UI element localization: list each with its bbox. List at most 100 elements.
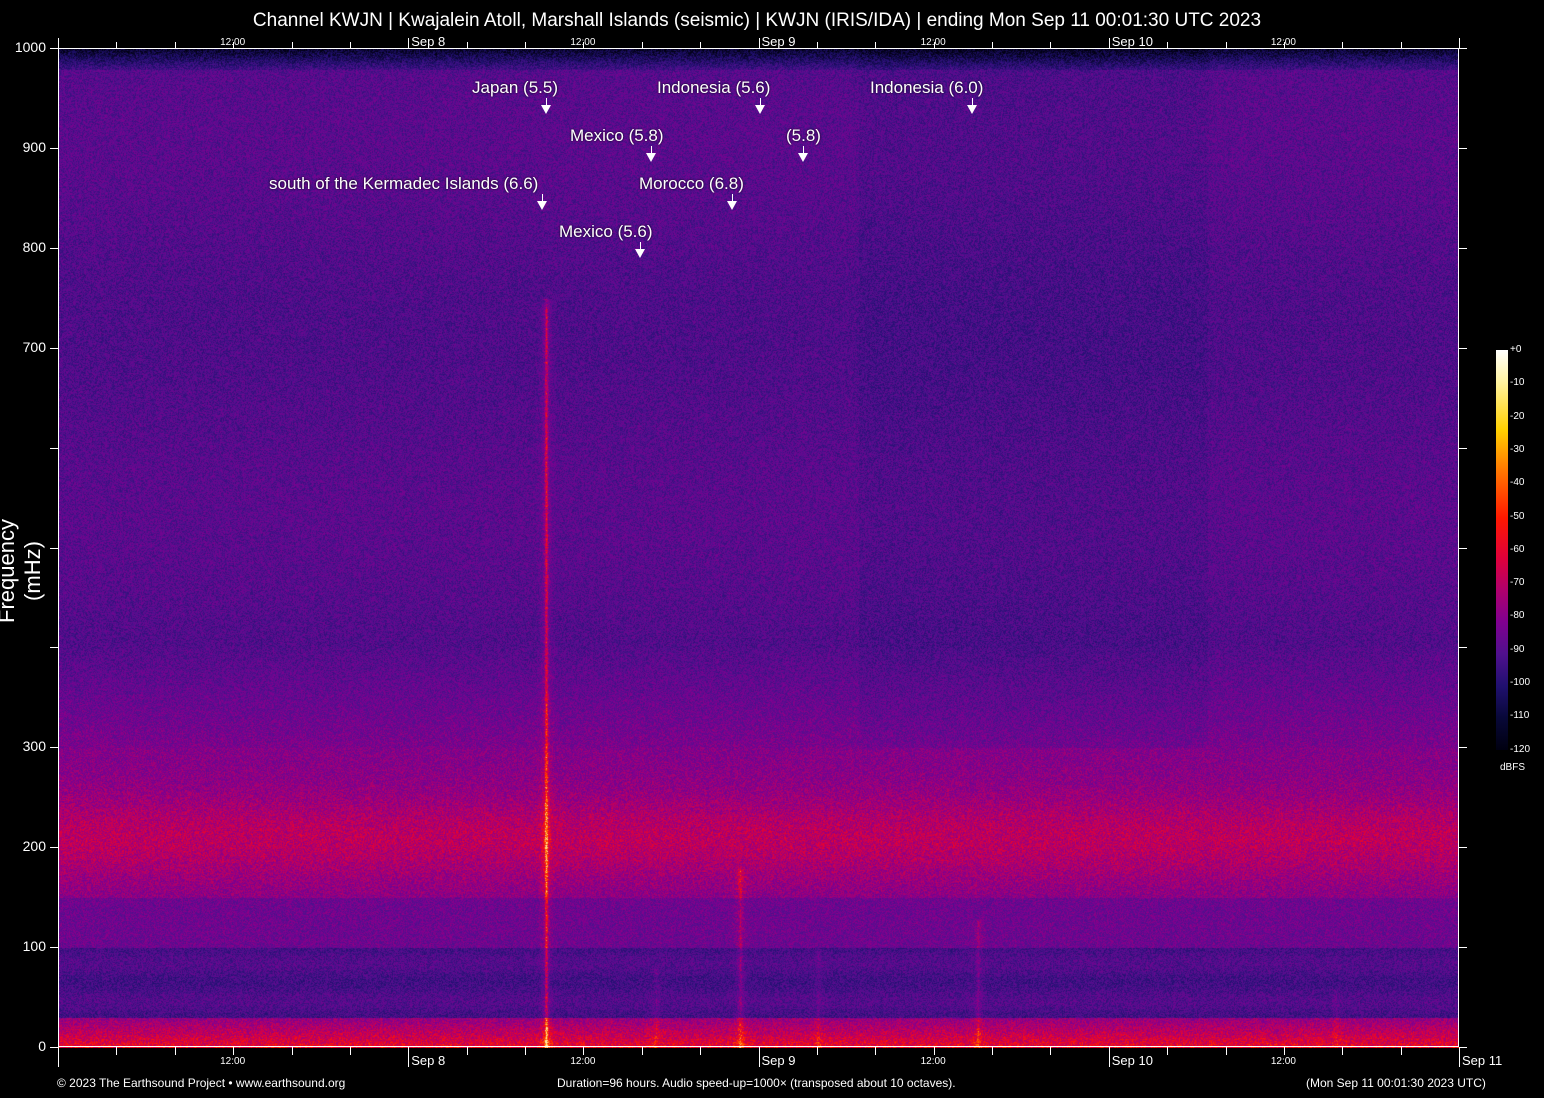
colorbar-tick-label: -50 <box>1510 511 1524 522</box>
y-tick-right <box>1459 248 1467 249</box>
x-tick-bottom <box>408 1047 409 1067</box>
x-tick-bottom <box>642 1047 643 1055</box>
y-tick-right <box>1459 48 1467 49</box>
colorbar-tick-label: -120 <box>1510 744 1530 755</box>
y-tick-right <box>1459 548 1467 549</box>
y-tick-label: 700 <box>0 339 46 355</box>
x-tick-top <box>992 42 993 48</box>
x-tick-label-bottom: 12:00 <box>220 1056 245 1067</box>
footer-copyright: © 2023 The Earthsound Project • www.eart… <box>57 1076 345 1090</box>
y-tick <box>50 448 58 449</box>
arrow-down-icon <box>755 105 765 114</box>
x-tick-top <box>1459 38 1460 48</box>
x-tick-top <box>642 42 643 48</box>
y-tick <box>50 548 58 549</box>
colorbar-tick-label: -100 <box>1510 677 1530 688</box>
arrow-down-icon <box>541 105 551 114</box>
x-tick-top <box>350 42 351 48</box>
colorbar-tick-label: -90 <box>1510 644 1524 655</box>
y-tick-label: 900 <box>0 139 46 155</box>
y-tick-label: 200 <box>0 838 46 854</box>
y-tick-label: 0 <box>0 1038 46 1054</box>
y-tick <box>50 947 58 948</box>
x-tick-label-bottom: Sep 10 <box>1112 1053 1153 1068</box>
x-tick-bottom <box>1226 1047 1227 1055</box>
event-label: Mexico (5.8) <box>570 126 664 146</box>
x-tick-bottom <box>1401 1047 1402 1055</box>
y-tick-right <box>1459 947 1467 948</box>
colorbar-tick-label: -110 <box>1510 710 1529 721</box>
arrow-down-icon <box>967 105 977 114</box>
y-tick-label: 300 <box>0 738 46 754</box>
x-tick-bottom <box>1459 1047 1460 1067</box>
x-tick-bottom <box>525 1047 526 1055</box>
x-tick-bottom <box>992 1047 993 1055</box>
x-tick-top <box>467 42 468 48</box>
x-tick-bottom <box>116 1047 117 1055</box>
x-tick-bottom <box>175 1047 176 1055</box>
x-tick-bottom <box>817 1047 818 1055</box>
x-tick-label-top: 12:00 <box>1271 37 1296 48</box>
x-tick-bottom <box>1050 1047 1051 1055</box>
colorbar-tick-label: -30 <box>1510 444 1524 455</box>
colorbar-tick-label: -80 <box>1510 610 1524 621</box>
colorbar-tick-label: -70 <box>1510 577 1524 588</box>
y-tick-right <box>1459 1047 1467 1048</box>
x-tick-top <box>1109 38 1110 48</box>
x-tick-label-bottom: Sep 9 <box>762 1053 796 1068</box>
x-tick-bottom <box>1167 1047 1168 1055</box>
y-tick-label: 1000 <box>0 39 46 55</box>
x-tick-bottom <box>1342 1047 1343 1055</box>
y-axis-label: Frequency (mHz) <box>0 491 46 651</box>
x-tick-label-bottom: 12:00 <box>570 1056 595 1067</box>
x-tick-top <box>408 38 409 48</box>
x-tick-bottom <box>467 1047 468 1055</box>
chart-title: Channel KWJN | Kwajalein Atoll, Marshall… <box>0 10 1514 32</box>
x-tick-top <box>175 42 176 48</box>
colorbar-tick-label: -20 <box>1510 411 1524 422</box>
arrow-down-icon <box>646 153 656 162</box>
y-tick <box>50 1047 58 1048</box>
y-tick-label: 800 <box>0 239 46 255</box>
x-tick-top <box>1167 42 1168 48</box>
colorbar-tick-label: +0 <box>1510 344 1521 355</box>
x-tick-label-top: 12:00 <box>220 37 245 48</box>
x-tick-top <box>1226 42 1227 48</box>
x-tick-bottom <box>233 1047 234 1055</box>
arrow-down-icon <box>727 201 737 210</box>
x-tick-bottom <box>292 1047 293 1055</box>
x-tick-top <box>292 42 293 48</box>
y-tick <box>50 747 58 748</box>
x-tick-top <box>1050 42 1051 48</box>
y-tick-right <box>1459 747 1467 748</box>
colorbar <box>1496 350 1508 750</box>
y-tick <box>50 847 58 848</box>
x-tick-bottom <box>700 1047 701 1055</box>
x-tick-bottom <box>58 1047 59 1067</box>
colorbar-tick-label: -40 <box>1510 477 1524 488</box>
y-tick <box>50 148 58 149</box>
y-tick <box>50 647 58 648</box>
y-tick <box>50 348 58 349</box>
x-tick-bottom <box>934 1047 935 1055</box>
x-tick-top <box>525 42 526 48</box>
footer-timestamp: (Mon Sep 11 00:01:30 2023 UTC) <box>1306 1076 1486 1090</box>
x-tick-label-bottom: 12:00 <box>1271 1056 1296 1067</box>
y-tick-right <box>1459 847 1467 848</box>
event-label: Japan (5.5) <box>472 78 558 98</box>
spectrogram-plot <box>58 48 1459 1048</box>
y-tick <box>50 48 58 49</box>
x-tick-bottom <box>350 1047 351 1055</box>
event-label: Indonesia (5.6) <box>657 78 770 98</box>
x-tick-top <box>1342 42 1343 48</box>
y-tick-right <box>1459 148 1467 149</box>
x-tick-top <box>58 38 59 48</box>
y-tick-right <box>1459 647 1467 648</box>
y-tick-right <box>1459 448 1467 449</box>
x-tick-bottom <box>1109 1047 1110 1067</box>
x-tick-label-top: 12:00 <box>921 37 946 48</box>
x-tick-bottom <box>759 1047 760 1067</box>
arrow-down-icon <box>635 249 645 258</box>
x-tick-label-top: Sep 9 <box>762 34 796 49</box>
x-tick-label-top: Sep 10 <box>1112 34 1153 49</box>
